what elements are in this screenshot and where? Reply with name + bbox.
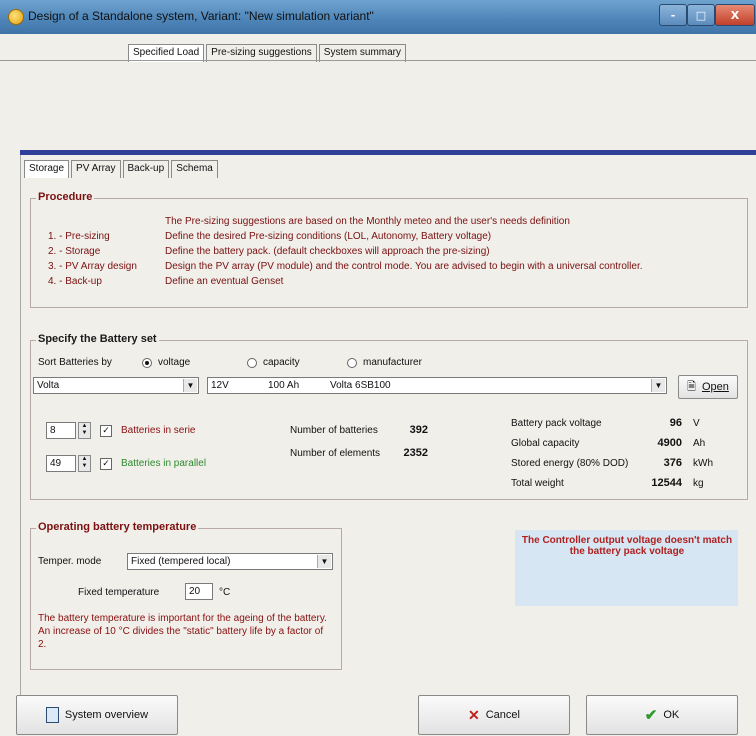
app-icon <box>8 9 24 25</box>
num-elements-value: 2352 <box>403 447 428 459</box>
parallel-spinner[interactable]: ▲ ▼ <box>78 455 91 472</box>
cancel-icon: ✕ <box>468 706 480 723</box>
close-button[interactable]: X <box>715 4 755 26</box>
stat-unit: V <box>693 418 700 429</box>
procedure-step-desc: Design the PV array (PV module) and the … <box>165 261 643 272</box>
battery-capacity-value: 100 Ah <box>268 380 300 391</box>
temper-mode-select[interactable]: Fixed (tempered local) ▼ <box>127 553 333 570</box>
chevron-down-icon: ▼ <box>651 379 665 392</box>
stat-label: Total weight <box>511 478 564 489</box>
folder-icon: 🗎 <box>687 380 696 393</box>
temperature-title: Operating battery temperature <box>36 521 199 533</box>
manufacturer-value: Volta <box>37 380 60 391</box>
manufacturer-select[interactable]: Volta ▼ <box>33 377 199 394</box>
battery-set-title: Specify the Battery set <box>36 333 159 345</box>
sort-manufacturer-label: manufacturer <box>363 357 422 368</box>
sort-voltage-label: voltage <box>158 357 191 368</box>
stat-unit: Ah <box>693 438 706 449</box>
tab-back-up[interactable]: Back-up <box>122 160 170 178</box>
temper-mode-value: Fixed (tempered local) <box>131 556 231 567</box>
battery-model-select[interactable]: 12V 100 Ah Volta 6SB100 ▼ <box>207 377 667 394</box>
num-batteries-value: 392 <box>409 424 428 436</box>
stat-value: 12544 <box>651 477 682 489</box>
stat-label: Global capacity <box>511 438 580 449</box>
system-overview-label: System overview <box>64 709 149 721</box>
system-overview-button[interactable]: System overview <box>16 695 178 735</box>
ok-label: OK <box>663 709 680 721</box>
chevron-down-icon: ▼ <box>317 555 331 568</box>
sub-tab-strip: Storage PV Array Back-up Schema <box>24 160 220 178</box>
sort-voltage-radio[interactable] <box>142 358 152 368</box>
procedure-step-desc: Define the desired Pre-sizing conditions… <box>165 231 492 242</box>
parallel-checkbox[interactable]: ✓ <box>100 458 112 470</box>
tab-pv-array[interactable]: PV Array <box>71 160 121 178</box>
fixed-temp-input[interactable]: 20 <box>185 583 213 600</box>
battery-model-value: Volta 6SB100 <box>330 380 391 391</box>
parallel-count-input[interactable]: 49 <box>46 455 76 472</box>
battery-voltage-value: 12V <box>211 380 229 391</box>
cancel-label: Cancel <box>485 709 520 721</box>
procedure-step-name: 4. - Back-up <box>48 276 102 287</box>
tab-schema[interactable]: Schema <box>171 160 218 178</box>
fixed-temp-label: Fixed temperature <box>78 587 160 598</box>
parallel-label: Batteries in parallel <box>121 458 207 469</box>
fixed-temp-unit: °C <box>219 587 231 598</box>
cancel-button[interactable]: ✕ Cancel <box>418 695 570 735</box>
tab-divider <box>0 60 756 61</box>
sort-capacity-radio[interactable] <box>247 358 257 368</box>
procedure-intro: The Pre-sizing suggestions are based on … <box>165 216 570 227</box>
tab-storage[interactable]: Storage <box>24 160 70 178</box>
series-count-input[interactable]: 8 <box>46 422 76 439</box>
ok-button[interactable]: ✔ OK <box>586 695 738 735</box>
procedure-step-desc: Define an eventual Genset <box>165 276 284 287</box>
stat-value: 376 <box>663 457 682 469</box>
maximize-button[interactable]: □ <box>687 4 715 26</box>
stat-unit: kg <box>693 478 704 489</box>
sort-capacity-label: capacity <box>263 357 300 368</box>
sort-label: Sort Batteries by <box>38 357 112 368</box>
procedure-title: Procedure <box>36 191 95 203</box>
series-spinner[interactable]: ▲ ▼ <box>78 422 91 439</box>
stat-unit: kWh <box>693 458 713 469</box>
stat-value: 96 <box>669 417 682 429</box>
open-button-label: Open <box>701 381 729 393</box>
window-title: Design of a Standalone system, Variant: … <box>28 9 374 23</box>
checkmark-icon: ✔ <box>644 707 658 724</box>
temperature-note: The battery temperature is important for… <box>38 613 327 650</box>
procedure-step-desc: Define the battery pack. (default checkb… <box>165 246 490 257</box>
chevron-down-icon: ▼ <box>183 379 197 392</box>
open-button[interactable]: 🗎 Open <box>678 375 738 399</box>
overview-icon <box>45 707 59 723</box>
stat-label: Stored energy (80% DOD) <box>511 458 629 469</box>
minimize-button[interactable]: - <box>659 4 687 26</box>
procedure-step-name: 1. - Pre-sizing <box>48 231 110 242</box>
num-elements-label: Number of elements <box>290 448 381 459</box>
stat-label: Battery pack voltage <box>511 418 602 429</box>
num-batteries-label: Number of batteries <box>290 425 378 436</box>
stat-value: 4900 <box>657 437 682 449</box>
procedure-step-name: 2. - Storage <box>48 246 101 257</box>
sort-manufacturer-radio[interactable] <box>347 358 357 368</box>
temper-mode-label: Temper. mode <box>38 556 102 567</box>
procedure-step-name: 3. - PV Array design <box>48 261 137 272</box>
series-label: Batteries in serie <box>121 425 196 436</box>
series-checkbox[interactable]: ✓ <box>100 425 112 437</box>
warning-message: The Controller output voltage doesn't ma… <box>521 535 733 557</box>
